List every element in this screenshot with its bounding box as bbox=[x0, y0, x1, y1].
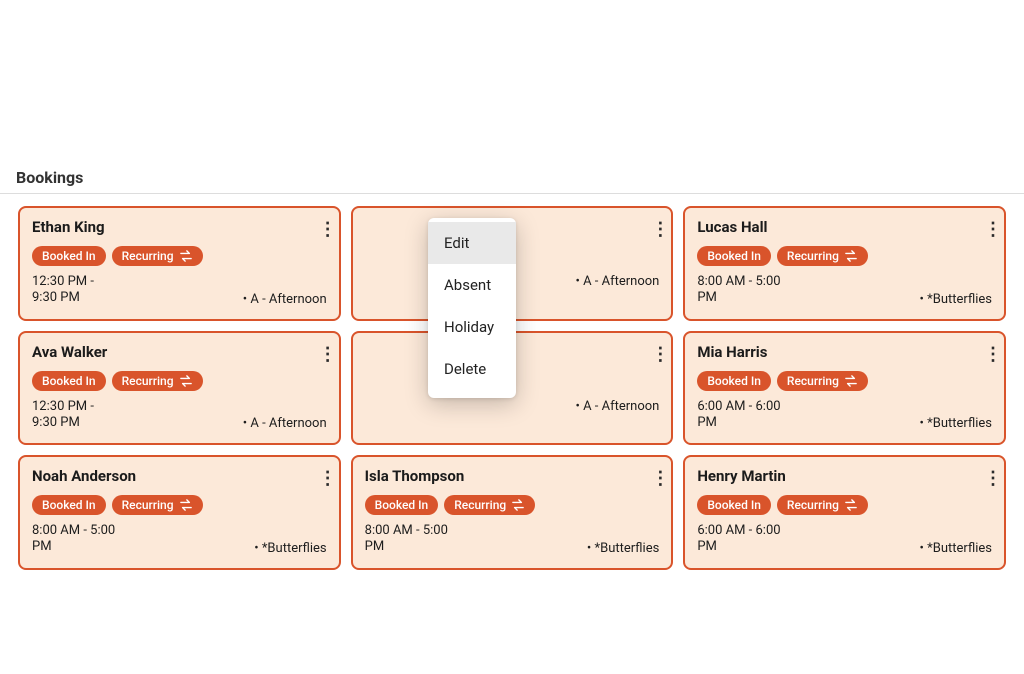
recurring-icon bbox=[179, 375, 193, 387]
booking-room: A - Afternoon bbox=[243, 292, 327, 307]
booking-time: 8:00 AM - 5:00 PM bbox=[365, 523, 455, 556]
more-vert-icon bbox=[651, 220, 655, 238]
booking-name: Ethan King bbox=[32, 218, 105, 236]
more-button[interactable] bbox=[315, 467, 327, 489]
more-button[interactable] bbox=[647, 218, 659, 240]
recurring-badge[interactable]: Recurring bbox=[112, 371, 203, 391]
booking-room: *Butterflies bbox=[254, 541, 326, 556]
booking-time: 12:30 PM - 9:30 PM bbox=[32, 274, 122, 307]
booking-time: 6:00 AM - 6:00 PM bbox=[697, 399, 787, 432]
recurring-badge[interactable]: Recurring bbox=[112, 246, 203, 266]
section-title: Bookings bbox=[0, 168, 1024, 194]
booked-in-badge[interactable]: Booked In bbox=[697, 371, 771, 391]
more-button[interactable] bbox=[980, 218, 992, 240]
badge-label: Recurring bbox=[122, 498, 174, 512]
recurring-badge[interactable]: Recurring bbox=[777, 371, 868, 391]
more-vert-icon bbox=[651, 345, 655, 363]
booked-in-badge[interactable]: Booked In bbox=[365, 495, 439, 515]
recurring-icon bbox=[844, 375, 858, 387]
more-vert-icon bbox=[984, 469, 988, 487]
badge-label: Recurring bbox=[454, 498, 506, 512]
booking-name: Isla Thompson bbox=[365, 467, 465, 485]
menu-item-delete[interactable]: Delete bbox=[428, 348, 516, 390]
booked-in-badge[interactable]: Booked In bbox=[32, 495, 106, 515]
booking-room: *Butterflies bbox=[920, 292, 992, 307]
badge-label: Recurring bbox=[122, 249, 174, 263]
booked-in-badge[interactable]: Booked In bbox=[697, 246, 771, 266]
booking-time: 8:00 AM - 5:00 PM bbox=[32, 523, 122, 556]
booking-name: Noah Anderson bbox=[32, 467, 136, 485]
recurring-icon bbox=[179, 499, 193, 511]
more-vert-icon bbox=[319, 345, 323, 363]
more-button[interactable] bbox=[647, 343, 659, 365]
badge-label: Booked In bbox=[707, 374, 761, 388]
booking-card: Isla Thompson Booked In Recurring 8:00 A… bbox=[351, 455, 674, 570]
recurring-badge[interactable]: Recurring bbox=[777, 246, 868, 266]
booked-in-badge[interactable]: Booked In bbox=[32, 246, 106, 266]
booking-card: Noah Anderson Booked In Recurring 8:00 A… bbox=[18, 455, 341, 570]
more-vert-icon bbox=[984, 220, 988, 238]
booked-in-badge[interactable]: Booked In bbox=[32, 371, 106, 391]
booking-card: Henry Martin Booked In Recurring 6:00 AM… bbox=[683, 455, 1006, 570]
booking-card: Lucas Hall Booked In Recurring 8:00 AM -… bbox=[683, 206, 1006, 321]
booking-name: Mia Harris bbox=[697, 343, 767, 361]
more-vert-icon bbox=[319, 469, 323, 487]
booking-card: Mia Harris Booked In Recurring 6:00 AM -… bbox=[683, 331, 1006, 446]
more-vert-icon bbox=[319, 220, 323, 238]
menu-item-edit[interactable]: Edit bbox=[428, 222, 516, 264]
booking-time: 8:00 AM - 5:00 PM bbox=[697, 274, 787, 307]
badge-label: Booked In bbox=[707, 249, 761, 263]
booking-card: Ava Walker Booked In Recurring 12:30 PM … bbox=[18, 331, 341, 446]
more-button[interactable] bbox=[647, 467, 659, 489]
recurring-badge[interactable]: Recurring bbox=[777, 495, 868, 515]
booking-card: Ethan King Booked In Recurring 12:30 PM … bbox=[18, 206, 341, 321]
booking-room: *Butterflies bbox=[920, 416, 992, 431]
booking-room: A - Afternoon bbox=[243, 416, 327, 431]
badge-label: Recurring bbox=[787, 374, 839, 388]
recurring-badge[interactable]: Recurring bbox=[112, 495, 203, 515]
more-button[interactable] bbox=[980, 467, 992, 489]
badge-label: Booked In bbox=[42, 498, 96, 512]
recurring-icon bbox=[511, 499, 525, 511]
booking-name: Henry Martin bbox=[697, 467, 785, 485]
context-menu: Edit Absent Holiday Delete bbox=[428, 218, 516, 398]
booking-room: *Butterflies bbox=[587, 541, 659, 556]
more-vert-icon bbox=[651, 469, 655, 487]
badge-label: Booked In bbox=[42, 249, 96, 263]
booking-time: 6:00 AM - 6:00 PM bbox=[697, 523, 787, 556]
badge-label: Recurring bbox=[787, 249, 839, 263]
badge-label: Recurring bbox=[122, 374, 174, 388]
booking-room: *Butterflies bbox=[920, 541, 992, 556]
more-button[interactable] bbox=[315, 218, 327, 240]
recurring-badge[interactable]: Recurring bbox=[444, 495, 535, 515]
more-button[interactable] bbox=[315, 343, 327, 365]
booked-in-badge[interactable]: Booked In bbox=[697, 495, 771, 515]
recurring-icon bbox=[844, 250, 858, 262]
badge-label: Booked In bbox=[375, 498, 429, 512]
booking-name: Lucas Hall bbox=[697, 218, 767, 236]
badge-label: Booked In bbox=[707, 498, 761, 512]
menu-item-absent[interactable]: Absent bbox=[428, 264, 516, 306]
recurring-icon bbox=[179, 250, 193, 262]
booking-room: A - Afternoon bbox=[575, 274, 659, 289]
booking-time: 12:30 PM - 9:30 PM bbox=[32, 399, 122, 432]
menu-item-holiday[interactable]: Holiday bbox=[428, 306, 516, 348]
booking-name: Ava Walker bbox=[32, 343, 107, 361]
badge-label: Booked In bbox=[42, 374, 96, 388]
more-vert-icon bbox=[984, 345, 988, 363]
recurring-icon bbox=[844, 499, 858, 511]
badge-label: Recurring bbox=[787, 498, 839, 512]
more-button[interactable] bbox=[980, 343, 992, 365]
booking-room: A - Afternoon bbox=[575, 399, 659, 414]
